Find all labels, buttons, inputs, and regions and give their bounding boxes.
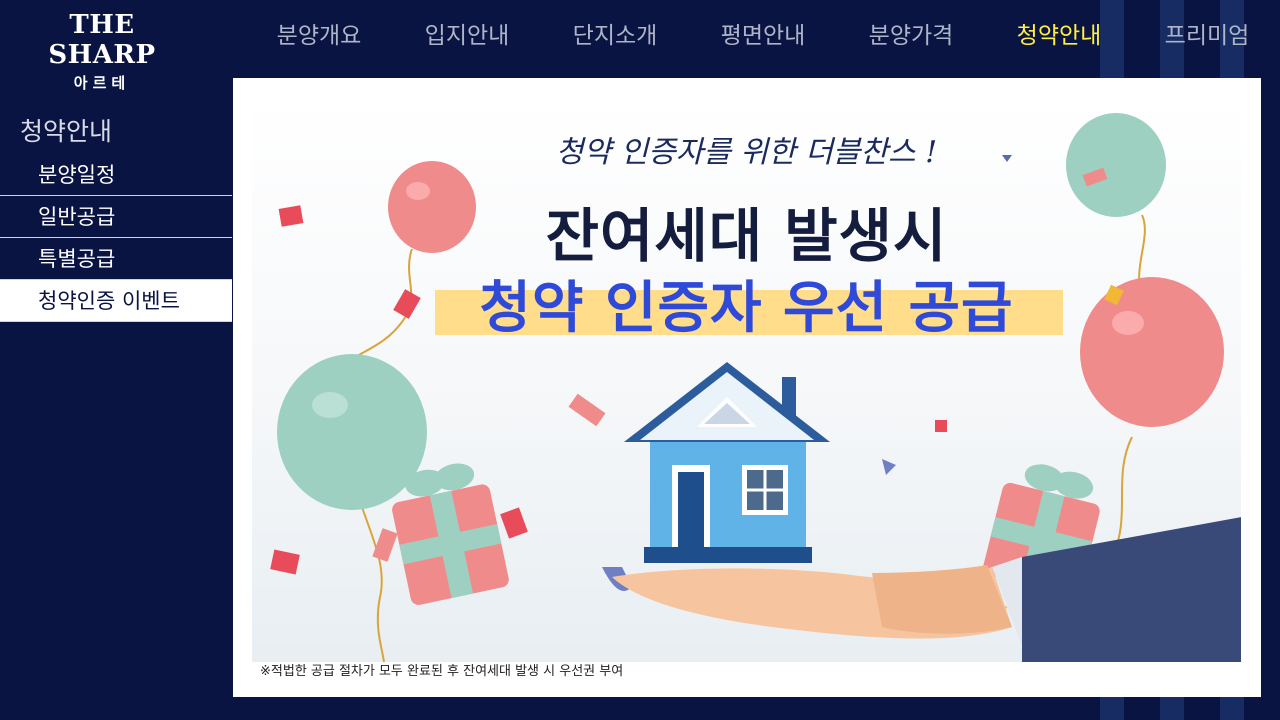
nav-item-floorplan[interactable]: 평면안내 — [706, 16, 820, 50]
sidebar-title: 청약안내 — [20, 117, 113, 146]
footnote: ※적법한 공급 절차가 모두 완료된 후 잔여세대 발생 시 우선권 부여 — [260, 664, 624, 679]
house — [624, 362, 830, 563]
sidebar-item-certification-event[interactable]: 청약인증 이벤트 — [0, 280, 232, 322]
logo[interactable]: THE SHARP 아르테 — [22, 10, 182, 93]
banner-headline: 잔여세대 발생시 — [545, 202, 948, 270]
content-panel: 청약 인증자를 위한 더블찬스 ! 잔여세대 발생시 청약 인증자 우선 공급 — [233, 78, 1261, 697]
nav-item-overview[interactable]: 분양개요 — [262, 16, 376, 50]
top-navigation: 분양개요 입지안내 단지소개 평면안내 분양가격 청약안내 프리미엄 — [228, 0, 1280, 66]
sidebar-item-special-supply[interactable]: 특별공급 — [0, 238, 232, 280]
sidebar-menu: 분양일정 일반공급 특별공급 청약인증 이벤트 — [0, 154, 232, 322]
nav-item-subscription[interactable]: 청약안내 — [1002, 16, 1116, 50]
nav-item-price[interactable]: 분양가격 — [854, 16, 968, 50]
logo-sub: 아르테 — [73, 74, 131, 92]
event-banner: 청약 인증자를 위한 더블찬스 ! 잔여세대 발생시 청약 인증자 우선 공급 — [252, 97, 1241, 662]
banner-script-line: 청약 인증자를 위한 더블찬스 ! — [555, 135, 938, 170]
sidebar-item-general-supply[interactable]: 일반공급 — [0, 196, 232, 238]
sidebar-item-schedule[interactable]: 분양일정 — [0, 154, 232, 196]
nav-item-premium[interactable]: 프리미엄 — [1150, 16, 1264, 50]
nav-item-complex[interactable]: 단지소개 — [558, 16, 672, 50]
nav-item-location[interactable]: 입지안내 — [410, 16, 524, 50]
banner-illustration — [270, 113, 1241, 662]
logo-brand: THE SHARP — [48, 10, 156, 70]
banner-accent-line: 청약 인증자 우선 공급 — [479, 276, 1014, 341]
